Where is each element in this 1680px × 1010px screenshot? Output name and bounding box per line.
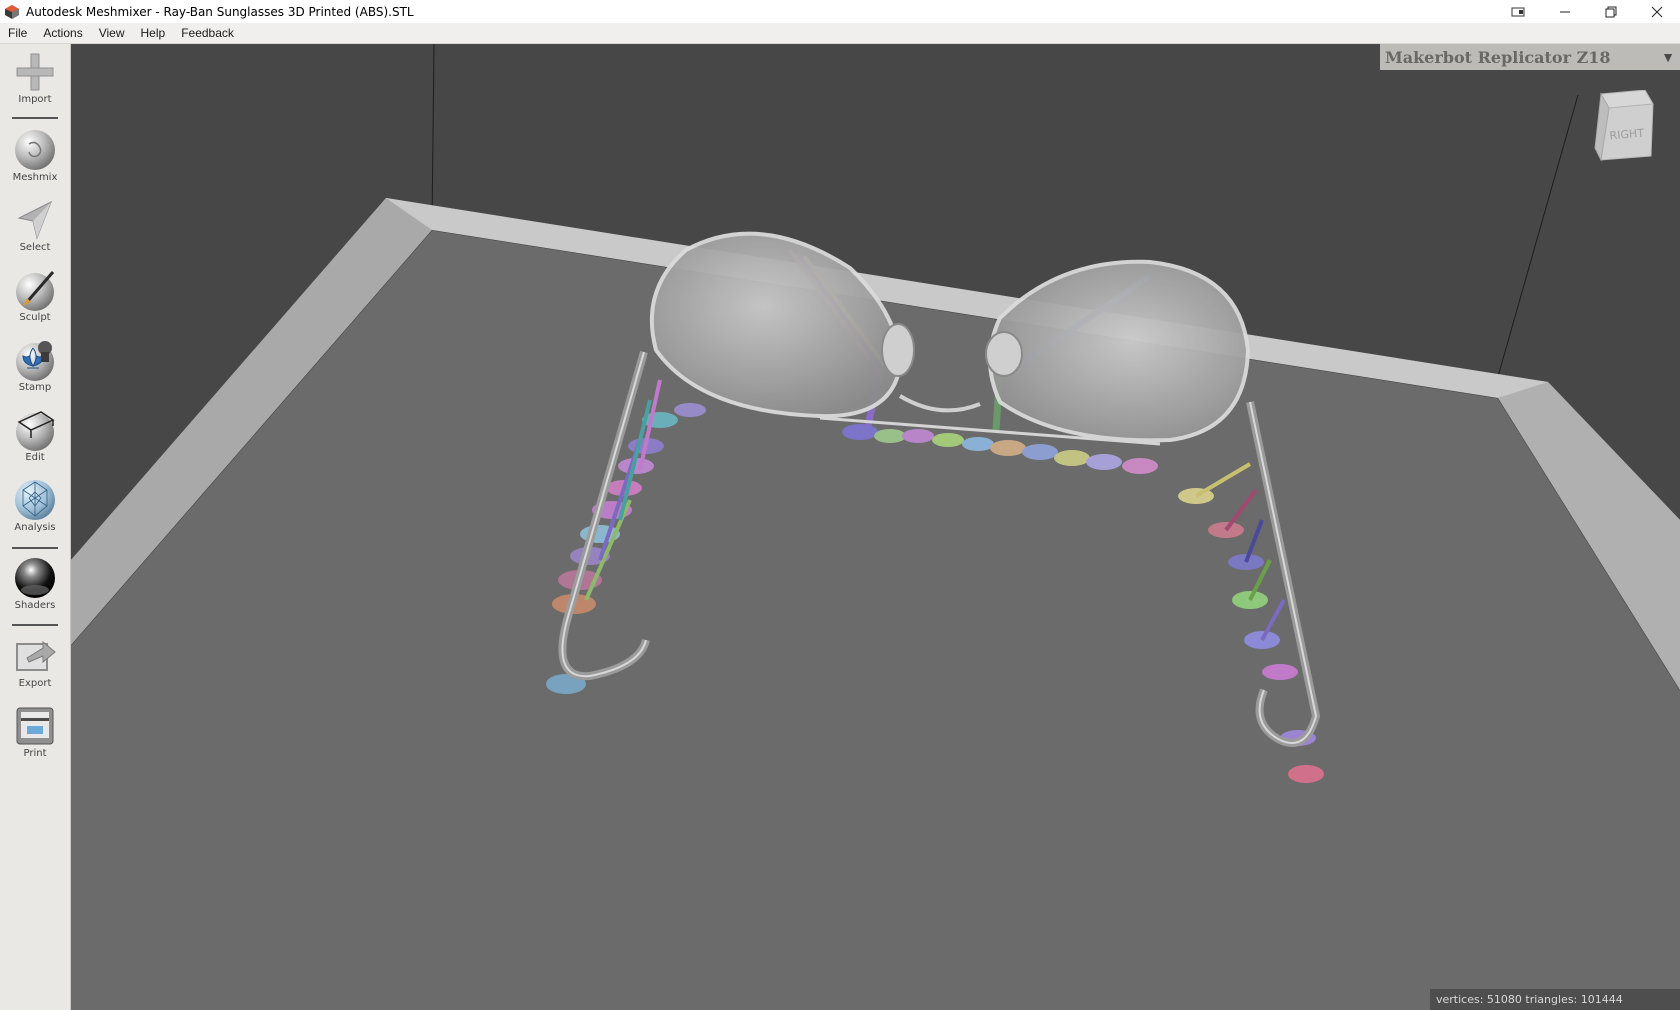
stamp-label: Stamp: [18, 382, 52, 393]
stamp-tool[interactable]: Stamp: [0, 338, 70, 393]
tablet-mode-icon[interactable]: [1494, 0, 1542, 23]
printer-dropdown[interactable]: Makerbot Replicator Z18 ▼: [1380, 44, 1680, 70]
toolbar-separator: [12, 624, 58, 626]
view-cube[interactable]: RIGHT: [1593, 90, 1655, 164]
dropdown-arrow-icon: ▼: [1661, 49, 1675, 65]
mesh-stats: vertices: 51080 triangles: 101444: [1430, 989, 1680, 1010]
scene-canvas[interactable]: [71, 44, 1680, 1010]
restore-button[interactable]: [1588, 0, 1634, 23]
print-tool[interactable]: Print: [0, 704, 70, 759]
mesh-sphere-icon: [15, 480, 55, 520]
meshmix-label: Meshmix: [12, 172, 58, 183]
meshmixer-window: Autodesk Meshmixer - Ray-Ban Sunglasses …: [0, 0, 1680, 1010]
left-toolbar: Import Meshmix Select Sculpt Stamp Edit …: [0, 44, 71, 1010]
meshmixer-app-icon: [5, 4, 19, 19]
export-icon: [16, 640, 56, 671]
toolbar-separator: [12, 547, 58, 549]
select-tool[interactable]: Select: [0, 198, 70, 253]
export-tool[interactable]: Export: [0, 634, 70, 689]
window-title: Autodesk Meshmixer - Ray-Ban Sunglasses …: [26, 4, 414, 19]
menu-view[interactable]: View: [91, 23, 133, 44]
minimize-button[interactable]: [1542, 0, 1588, 23]
menu-feedback[interactable]: Feedback: [173, 23, 242, 44]
import-label: Import: [18, 94, 52, 105]
toolbar-separator: [12, 117, 58, 119]
menu-bar: File Actions View Help Feedback: [0, 23, 1680, 44]
close-button[interactable]: [1634, 0, 1680, 23]
analysis-label: Analysis: [14, 522, 56, 533]
edit-label: Edit: [25, 452, 45, 463]
edit-tool[interactable]: Edit: [0, 408, 70, 463]
export-label: Export: [18, 678, 52, 689]
3d-viewport[interactable]: [71, 44, 1680, 1010]
menu-help[interactable]: Help: [133, 23, 174, 44]
shaded-sphere-icon: [15, 558, 55, 598]
print-label: Print: [23, 748, 47, 759]
import-tool[interactable]: Import: [0, 50, 70, 105]
plus-icon: [16, 53, 54, 91]
menu-actions[interactable]: Actions: [35, 23, 90, 44]
sculpt-label: Sculpt: [19, 312, 51, 323]
select-label: Select: [19, 242, 51, 253]
analysis-tool[interactable]: Analysis: [0, 478, 70, 533]
brush-sphere-icon: [16, 271, 55, 311]
right-lens: [988, 259, 1251, 443]
window-controls: [1494, 0, 1680, 23]
printer-icon: [16, 707, 54, 745]
wire-box-sphere-icon: [16, 411, 55, 451]
meshmix-tool[interactable]: Meshmix: [0, 128, 70, 183]
fleur-stamp-icon: [16, 341, 54, 381]
shaders-label: Shaders: [14, 600, 56, 611]
printer-name: Makerbot Replicator Z18: [1385, 47, 1611, 67]
menu-file[interactable]: File: [0, 23, 35, 44]
arrow-cursor-icon: [17, 200, 52, 240]
sculpt-tool[interactable]: Sculpt: [0, 268, 70, 323]
shaders-tool[interactable]: Shaders: [0, 556, 70, 611]
bunny-sphere-icon: [15, 130, 55, 170]
title-bar: Autodesk Meshmixer - Ray-Ban Sunglasses …: [0, 0, 1680, 23]
